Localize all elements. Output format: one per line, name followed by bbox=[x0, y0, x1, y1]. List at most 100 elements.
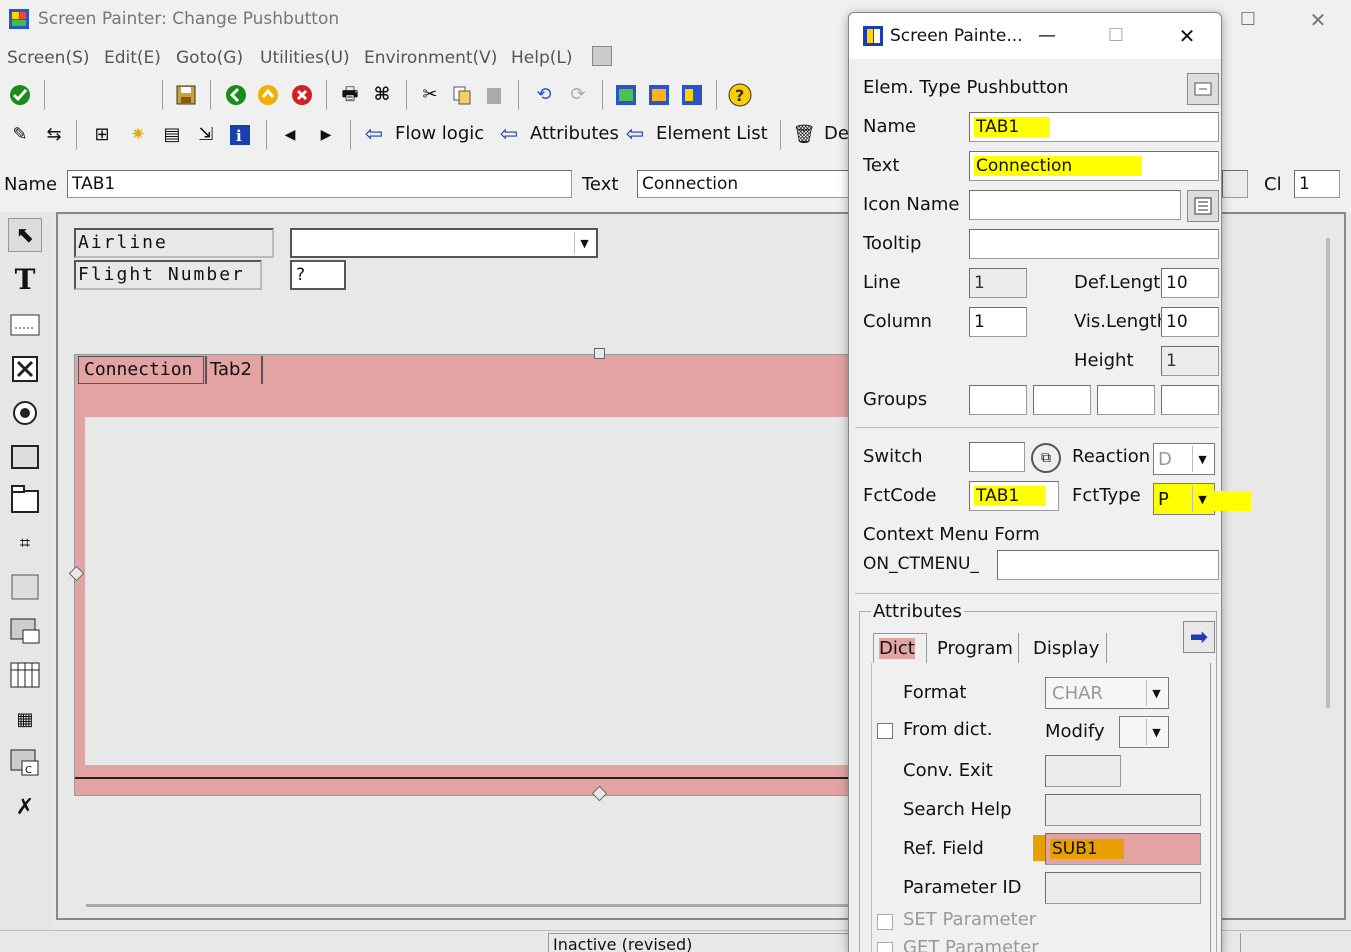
flight-number-field[interactable]: ? bbox=[290, 260, 346, 290]
dialog-close-icon[interactable]: ✕ bbox=[1175, 24, 1199, 48]
fcttype-label: FctType bbox=[1072, 485, 1141, 506]
airline-dropdown[interactable]: ▼ bbox=[290, 228, 598, 258]
screen-icon[interactable]: ▤ bbox=[160, 123, 184, 147]
move-icon[interactable]: ⇲ bbox=[194, 123, 218, 147]
get-parameter-checkbox[interactable] bbox=[877, 942, 893, 952]
group-field-2[interactable] bbox=[1033, 385, 1091, 415]
context-menu-field[interactable] bbox=[997, 550, 1219, 580]
ref-field-field[interactable]: SUB1 bbox=[1045, 833, 1201, 865]
canvas-scrollbar[interactable] bbox=[1326, 238, 1330, 708]
save-icon[interactable] bbox=[174, 83, 198, 107]
chevron-down-icon[interactable]: ▼ bbox=[574, 232, 594, 254]
spark-icon[interactable]: ✷ bbox=[126, 123, 150, 147]
custom-control-tool-icon[interactable]: C bbox=[8, 746, 42, 780]
format-dropdown[interactable]: CHAR ▼ bbox=[1045, 677, 1169, 709]
check-icon[interactable] bbox=[8, 83, 32, 107]
minimize-icon[interactable]: — bbox=[1035, 24, 1059, 48]
cl-field[interactable]: 1 bbox=[1294, 170, 1340, 198]
layout-icon-1[interactable] bbox=[614, 83, 638, 107]
fctcode-field[interactable]: TAB1 bbox=[969, 481, 1059, 511]
table-control-tool-icon[interactable] bbox=[8, 658, 42, 692]
canvas-hscroll[interactable] bbox=[86, 904, 866, 907]
next-icon[interactable]: ▶ bbox=[314, 123, 338, 147]
radio-tool-icon[interactable] bbox=[8, 396, 42, 430]
box-tool-icon[interactable] bbox=[8, 570, 42, 604]
elem-type-button[interactable] bbox=[1187, 73, 1219, 105]
attributes-arrow-icon[interactable]: ⇦ bbox=[497, 123, 521, 147]
tabstrip-tool-icon[interactable] bbox=[8, 482, 42, 516]
input-field-tool-icon[interactable] bbox=[8, 308, 42, 342]
hierarchy-icon[interactable]: ⊞ bbox=[90, 123, 114, 147]
switch-icon-button[interactable]: ⧉ bbox=[1031, 443, 1061, 473]
attributes-group-label: Attributes bbox=[871, 601, 964, 622]
resize-handle-top[interactable] bbox=[594, 348, 605, 359]
from-dict-checkbox[interactable] bbox=[877, 723, 893, 739]
help-icon[interactable]: ? bbox=[728, 83, 752, 107]
modify-dropdown[interactable]: ▼ bbox=[1119, 716, 1169, 748]
table-wizard-tool-icon[interactable]: ▦ bbox=[8, 702, 42, 736]
fcttype-chevron-down-icon[interactable]: ▼ bbox=[1192, 486, 1212, 512]
tabstrip-control[interactable] bbox=[74, 354, 853, 796]
text-tool-icon[interactable]: T bbox=[8, 262, 42, 296]
paste-icon[interactable] bbox=[482, 83, 506, 107]
icon-select-button[interactable] bbox=[1187, 190, 1219, 222]
pencil-icon[interactable]: ✎ bbox=[8, 123, 32, 147]
switch-icon[interactable]: ⇆ bbox=[42, 123, 66, 147]
exit-icon[interactable] bbox=[256, 83, 280, 107]
attributes-button[interactable]: Attributes bbox=[530, 123, 619, 144]
text-field[interactable]: Connection bbox=[637, 170, 852, 198]
element-list-button[interactable]: Element List bbox=[656, 123, 768, 144]
subscreen-tool-icon[interactable] bbox=[8, 614, 42, 648]
group-field-4[interactable] bbox=[1161, 385, 1219, 415]
checkbox-tool-icon[interactable] bbox=[8, 352, 42, 386]
undo-icon[interactable]: ⟲ bbox=[532, 83, 556, 107]
set-parameter-checkbox[interactable] bbox=[877, 914, 893, 930]
flow-logic-button[interactable]: Flow logic bbox=[395, 123, 484, 144]
prev-icon[interactable]: ◀ bbox=[278, 123, 302, 147]
name-field[interactable]: TAB1 bbox=[67, 170, 572, 198]
modify-chevron-down-icon[interactable]: ▼ bbox=[1146, 719, 1166, 745]
dialog-maximize-icon[interactable]: ☐ bbox=[1104, 24, 1128, 48]
print-icon[interactable]: 🖶 bbox=[338, 83, 362, 107]
back-icon[interactable] bbox=[224, 83, 248, 107]
find-icon[interactable]: ⌘ bbox=[370, 83, 394, 107]
dlg-text-field[interactable]: Connection bbox=[969, 151, 1219, 181]
menu-utilities[interactable]: Utilities(U) bbox=[260, 48, 350, 68]
menu-screen[interactable]: Screen(S) bbox=[7, 48, 90, 68]
menu-goto[interactable]: Goto(G) bbox=[176, 48, 243, 68]
icon-name-field[interactable] bbox=[969, 190, 1181, 220]
status-icon-tool-icon[interactable]: ✗ bbox=[8, 790, 42, 824]
redo-icon[interactable]: ⟳ bbox=[566, 83, 590, 107]
reaction-dropdown[interactable]: D ▼ bbox=[1153, 443, 1215, 475]
info-icon[interactable]: i bbox=[228, 123, 252, 147]
def-length-field[interactable]: 10 bbox=[1161, 268, 1219, 298]
pointer-tool-icon[interactable]: ⬉ bbox=[8, 218, 42, 252]
layout-icon-3[interactable] bbox=[680, 83, 704, 107]
dlg-name-field[interactable]: TAB1 bbox=[969, 112, 1219, 142]
format-chevron-down-icon[interactable]: ▼ bbox=[1146, 680, 1166, 706]
element-list-arrow-icon[interactable]: ⇦ bbox=[623, 123, 647, 147]
fcttype-dropdown[interactable]: P ▼ bbox=[1153, 483, 1215, 515]
next-arrow-button[interactable]: ➡ bbox=[1183, 621, 1215, 653]
pushbutton-tool-icon[interactable] bbox=[8, 440, 42, 474]
maximize-icon[interactable]: ☐ bbox=[1236, 8, 1260, 32]
reaction-chevron-down-icon[interactable]: ▼ bbox=[1192, 446, 1212, 472]
flow-logic-arrow-icon[interactable]: ⇦ bbox=[362, 123, 386, 147]
cancel-icon[interactable] bbox=[290, 83, 314, 107]
cut-icon[interactable]: ✂ bbox=[418, 83, 442, 107]
layout-menu-icon[interactable] bbox=[592, 46, 612, 66]
group-field-3[interactable] bbox=[1097, 385, 1155, 415]
menu-edit[interactable]: Edit(E) bbox=[104, 48, 161, 68]
trash-icon[interactable]: 🗑 bbox=[792, 123, 816, 147]
tabstrip-wizard-tool-icon[interactable]: ⌗ bbox=[8, 526, 42, 560]
close-icon[interactable]: ✕ bbox=[1306, 8, 1330, 32]
column-field[interactable]: 1 bbox=[969, 307, 1027, 337]
group-field-1[interactable] bbox=[969, 385, 1027, 415]
menu-help[interactable]: Help(L) bbox=[511, 48, 573, 68]
menu-environment[interactable]: Environment(V) bbox=[364, 48, 497, 68]
copy-icon[interactable] bbox=[450, 83, 474, 107]
layout-icon-2[interactable] bbox=[647, 83, 671, 107]
vis-length-field[interactable]: 10 bbox=[1161, 307, 1219, 337]
tooltip-field[interactable] bbox=[969, 229, 1219, 259]
switch-field[interactable] bbox=[969, 442, 1025, 472]
